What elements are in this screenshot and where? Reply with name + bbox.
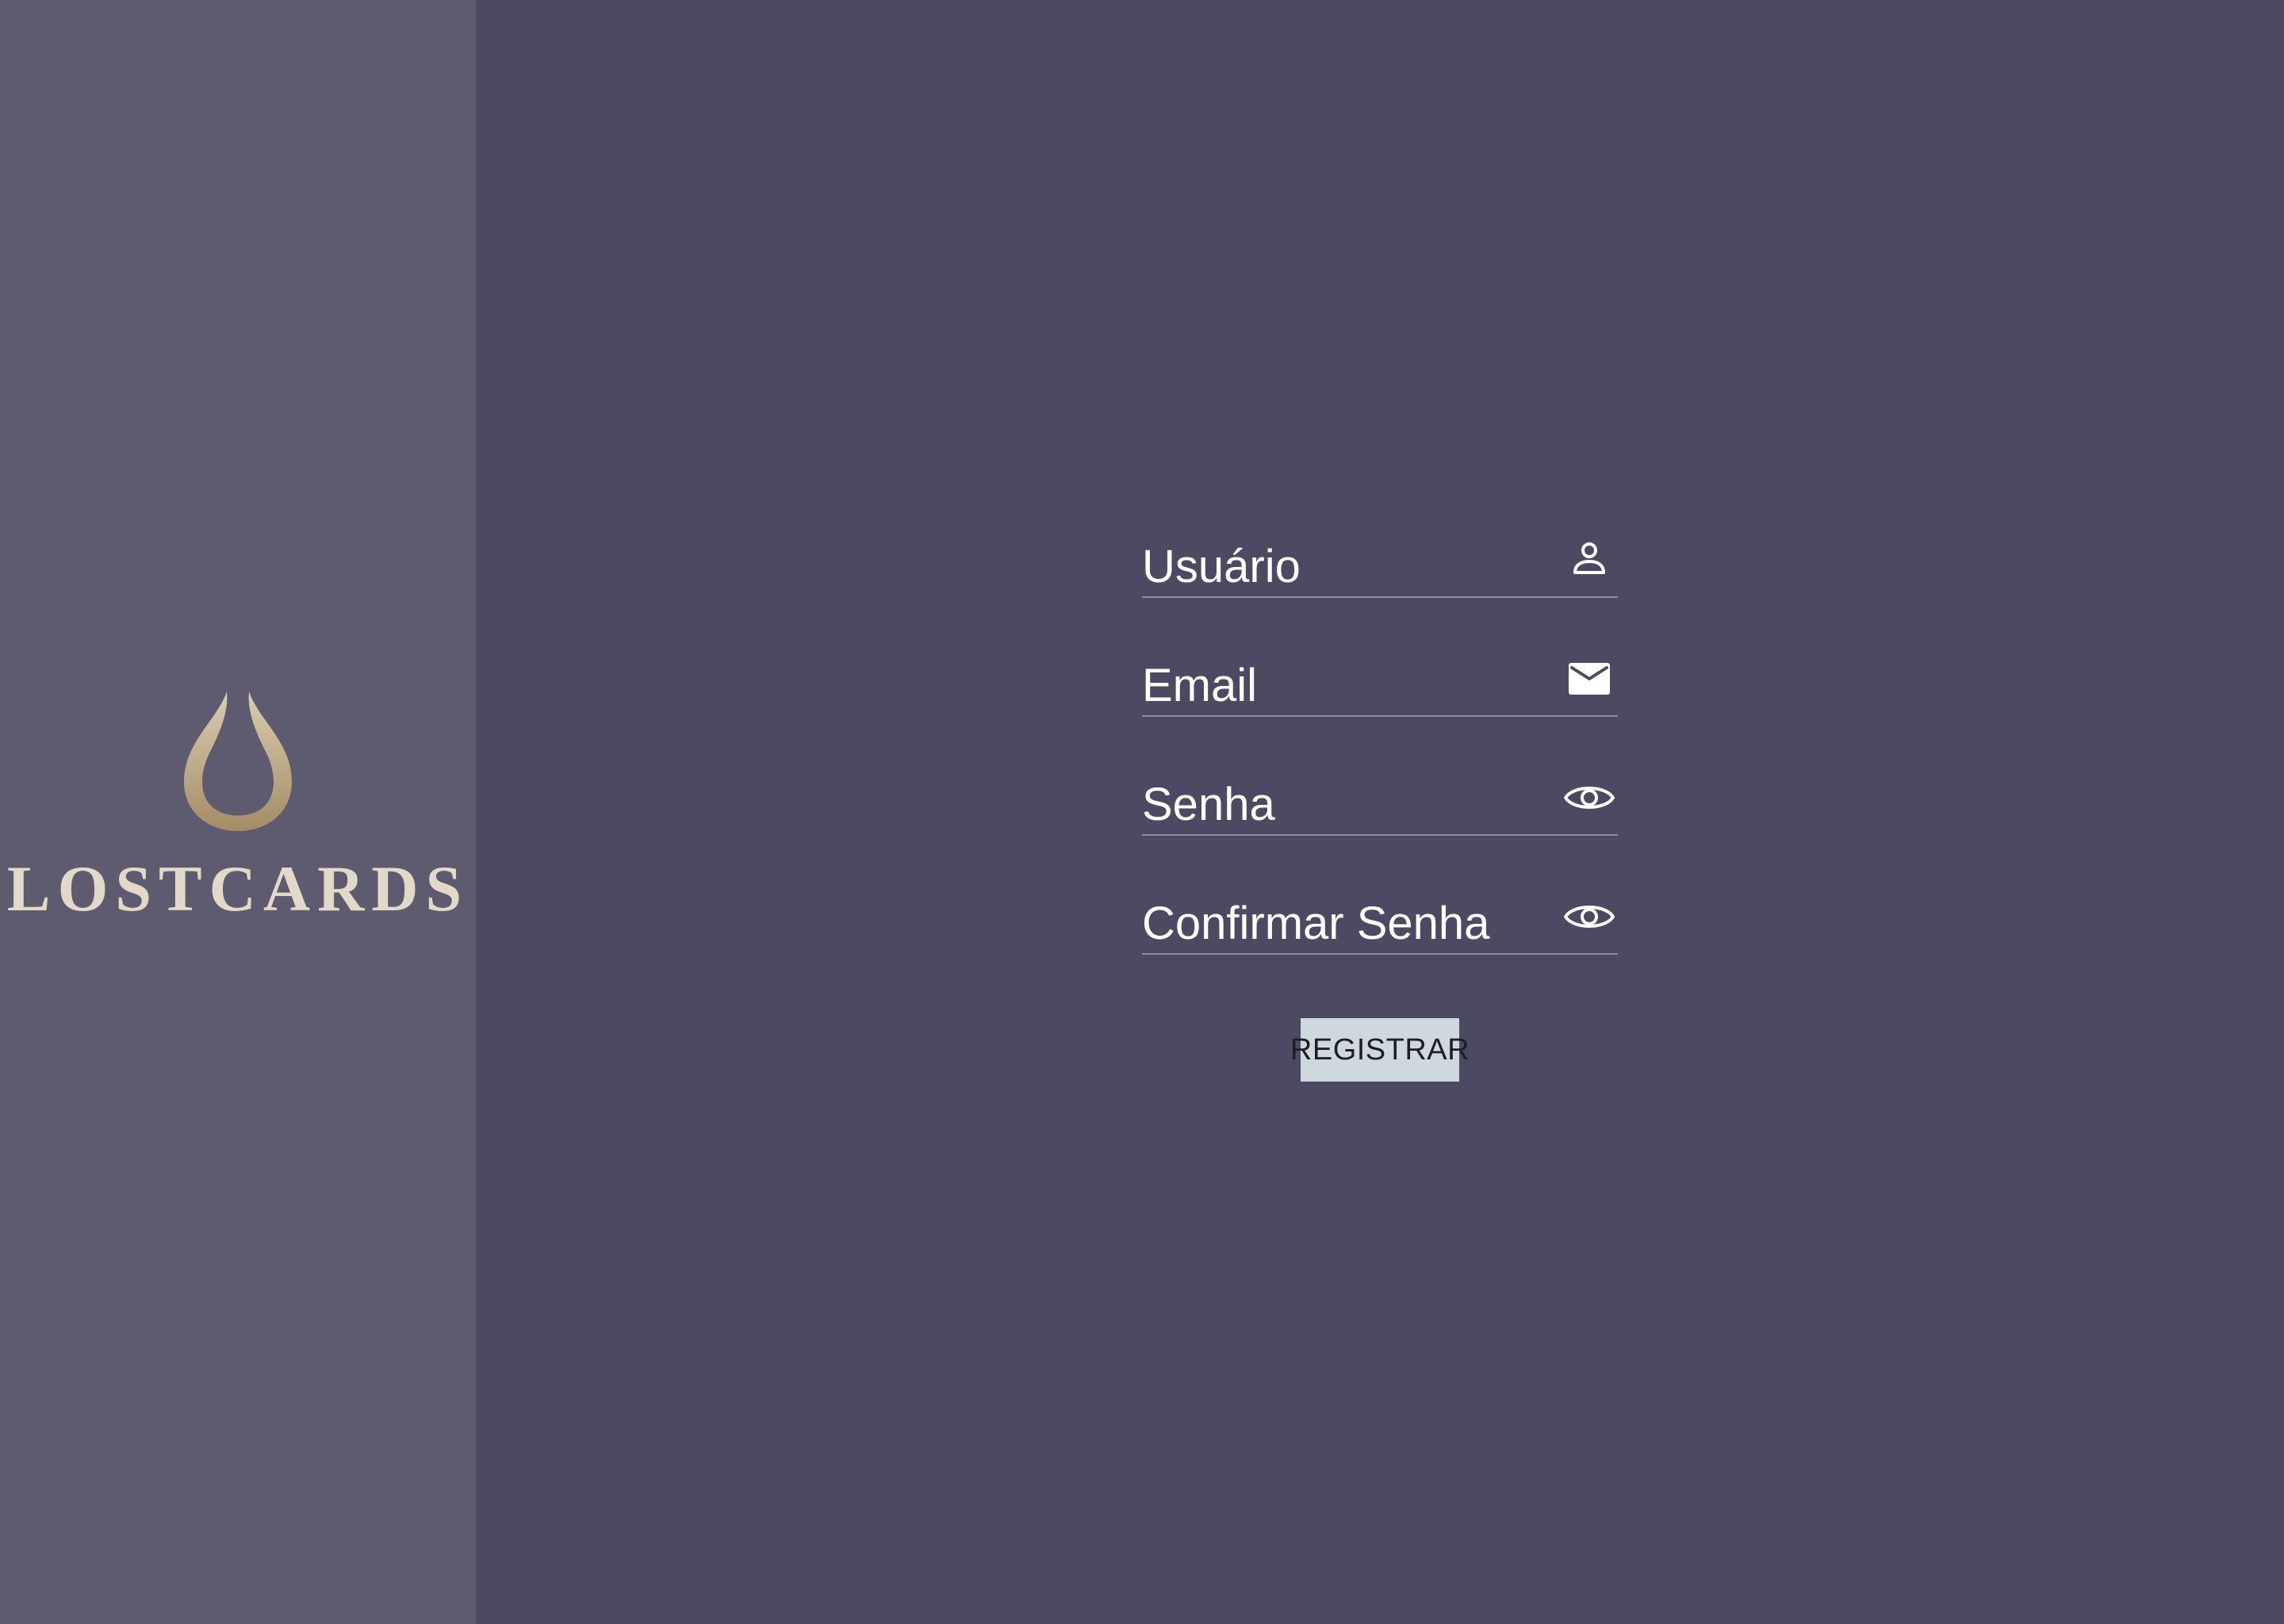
confirm-password-label: Confirmar Senha bbox=[1142, 898, 1490, 949]
email-field[interactable]: Email bbox=[1142, 642, 1618, 717]
email-label: Email bbox=[1142, 660, 1258, 711]
confirm-password-field[interactable]: Confirmar Senha bbox=[1142, 880, 1618, 955]
username-label: Usuário bbox=[1142, 541, 1301, 592]
brand-sidebar: LOSTCARDS bbox=[0, 0, 476, 1624]
brand-wordmark: LOSTCARDS bbox=[6, 852, 469, 925]
mail-icon bbox=[1564, 653, 1615, 704]
register-button[interactable]: REGISTRAR bbox=[1290, 1018, 1470, 1082]
password-label: Senha bbox=[1142, 779, 1275, 830]
password-field[interactable]: Senha bbox=[1142, 761, 1618, 836]
register-screen: LOSTCARDS Usuário Email Senha Confirmar … bbox=[0, 0, 2284, 1624]
person-icon bbox=[1564, 534, 1615, 585]
eye-icon[interactable] bbox=[1564, 772, 1615, 823]
eye-icon[interactable] bbox=[1564, 891, 1615, 942]
register-form: Usuário Email Senha Confirmar Senha bbox=[1142, 523, 1618, 999]
droplet-logo-icon bbox=[182, 688, 293, 833]
username-field[interactable]: Usuário bbox=[1142, 523, 1618, 598]
